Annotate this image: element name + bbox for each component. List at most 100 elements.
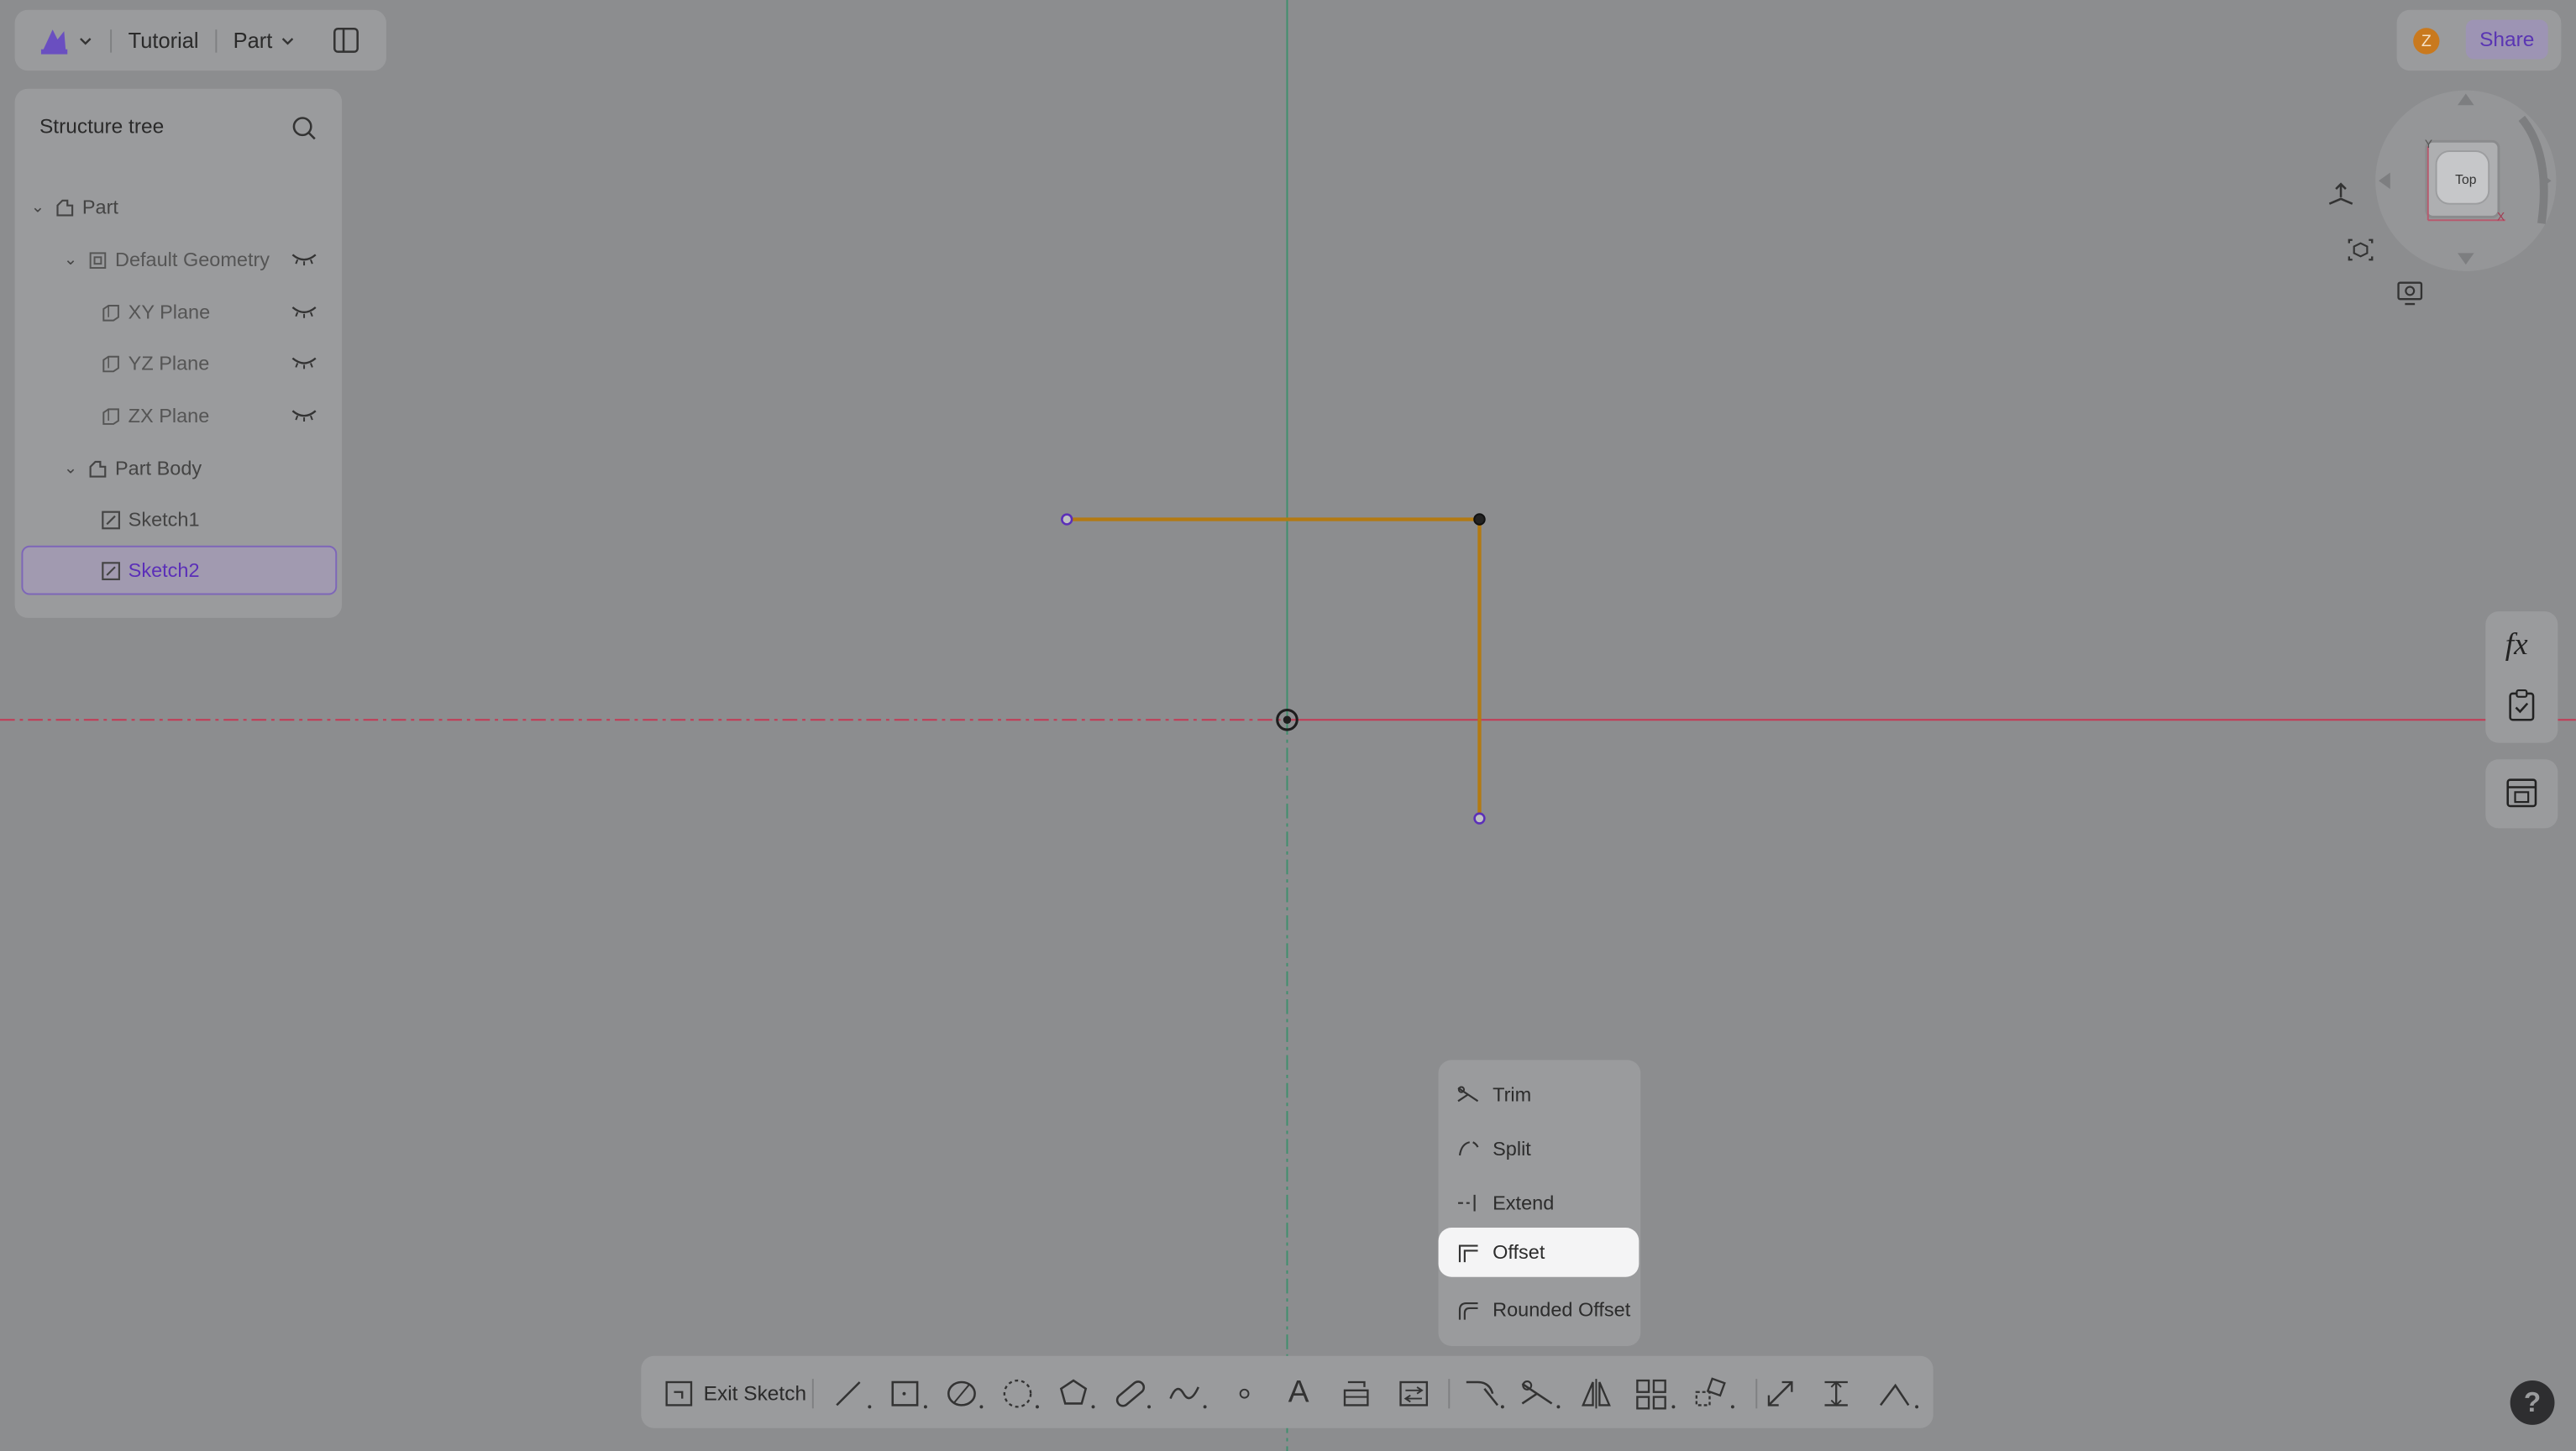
search-icon[interactable] xyxy=(291,115,317,149)
project-geometry-icon[interactable] xyxy=(1336,1375,1376,1412)
mode-label: Part xyxy=(233,28,273,53)
eye-closed-icon[interactable] xyxy=(291,404,317,427)
dimension-tool-icon[interactable] xyxy=(1760,1375,1800,1412)
view-cube[interactable]: Top Y X xyxy=(2374,89,2558,273)
spline-tool-icon[interactable] xyxy=(1164,1375,1214,1412)
menu-item-label: Offset xyxy=(1493,1240,1545,1265)
exit-sketch-icon xyxy=(665,1380,693,1406)
rectangle-tool-icon[interactable] xyxy=(884,1375,934,1412)
menu-item-extend[interactable]: Extend xyxy=(1439,1178,1641,1228)
share-area: Z Share xyxy=(2396,9,2562,71)
exit-sketch-button[interactable]: Exit Sketch xyxy=(664,1375,806,1412)
menu-item-label: Split xyxy=(1493,1137,1531,1160)
split-icon xyxy=(1456,1139,1479,1158)
divider xyxy=(1448,1379,1451,1409)
tree-item-label: Default Geometry xyxy=(115,248,270,271)
divider xyxy=(811,1379,814,1409)
menu-item-label: Trim xyxy=(1493,1082,1532,1107)
tree-item-label: XY Plane xyxy=(128,301,211,324)
point-tool-icon[interactable] xyxy=(1226,1375,1262,1412)
viewcube-axis-x: X xyxy=(2497,210,2505,223)
angle-constraint-icon[interactable] xyxy=(1874,1375,1923,1412)
tree-item-zx-plane[interactable]: ZX Plane xyxy=(21,391,337,441)
body-icon xyxy=(86,457,108,479)
sketch-canvas[interactable] xyxy=(0,0,2576,1451)
side-tools-panel: fx xyxy=(2485,611,2558,743)
tree-item-part[interactable]: ⌄ Part xyxy=(21,182,337,232)
sketch-icon xyxy=(98,558,121,581)
divider xyxy=(110,29,113,52)
tree-item-label: Part xyxy=(81,195,118,219)
text-tool-icon[interactable]: A xyxy=(1281,1375,1317,1412)
project-name[interactable]: Tutorial xyxy=(129,28,199,52)
formula-icon[interactable]: fx xyxy=(2505,628,2528,664)
chevron-down-icon[interactable]: ⌄ xyxy=(62,250,79,269)
sketch-icon xyxy=(98,508,121,531)
table-icon[interactable] xyxy=(2505,778,2538,817)
plane-icon xyxy=(98,352,121,375)
part-icon xyxy=(53,196,76,218)
tree-item-default-geometry[interactable]: ⌄ Default Geometry xyxy=(21,235,337,285)
geometry-icon xyxy=(86,249,108,271)
tree-item-label: Sketch1 xyxy=(128,507,200,532)
trim-tool-icon[interactable] xyxy=(1516,1375,1566,1412)
app-logo-icon[interactable] xyxy=(38,24,94,56)
structure-tree-title: Structure tree xyxy=(39,115,165,139)
sketch-endpoint[interactable] xyxy=(1061,513,1073,526)
offset-icon xyxy=(1456,1242,1479,1263)
slot-tool-icon[interactable] xyxy=(1108,1375,1157,1412)
chevron-down-icon xyxy=(80,37,92,45)
tree-item-part-body[interactable]: ⌄ Part Body xyxy=(21,443,337,493)
pattern-tool-icon[interactable] xyxy=(1631,1375,1681,1412)
divider xyxy=(1755,1379,1758,1409)
structure-tree-panel: Structure tree ⌄ Part ⌄ Default Geometry xyxy=(14,88,343,618)
constraint-tool-icon[interactable] xyxy=(1817,1375,1856,1412)
menu-item-trim[interactable]: Trim xyxy=(1439,1070,1641,1119)
tree-item-label: YZ Plane xyxy=(128,351,210,375)
line-tool-icon[interactable] xyxy=(828,1375,878,1412)
tree-item-sketch2[interactable]: Sketch2 xyxy=(21,545,338,595)
menu-item-rounded-offset[interactable]: Rounded Offset xyxy=(1439,1286,1641,1335)
divider xyxy=(215,29,218,52)
mirror-tool-icon[interactable] xyxy=(1575,1375,1618,1412)
top-bar: Tutorial Part xyxy=(14,9,386,71)
sketch-toolbar: Exit Sketch A xyxy=(641,1355,1933,1428)
tree-item-xy-plane[interactable]: XY Plane xyxy=(21,288,337,338)
transform-tool-icon[interactable] xyxy=(1690,1375,1739,1412)
fit-view-icon[interactable] xyxy=(2346,237,2375,271)
plane-icon xyxy=(98,404,121,427)
tree-item-yz-plane[interactable]: YZ Plane xyxy=(21,338,337,388)
arc-tool-icon[interactable] xyxy=(996,1375,1046,1412)
chevron-down-icon[interactable]: ⌄ xyxy=(62,459,79,478)
plane-icon xyxy=(98,301,121,323)
eye-closed-icon[interactable] xyxy=(291,249,317,271)
tree-item-label: ZX Plane xyxy=(128,404,210,427)
menu-item-label: Extend xyxy=(1493,1191,1555,1215)
modify-tool-menu: Trim Split Extend Offset Rounded Offset xyxy=(1438,1060,1641,1346)
share-button[interactable]: Share xyxy=(2465,19,2548,60)
tree-item-label: Sketch2 xyxy=(128,558,200,582)
help-button[interactable]: ? xyxy=(2510,1380,2555,1425)
chevron-down-icon xyxy=(281,37,293,45)
tree-item-sketch1[interactable]: Sketch1 xyxy=(21,495,337,544)
sketch-corner-point[interactable] xyxy=(1473,513,1486,526)
sketch-endpoint[interactable] xyxy=(1473,812,1486,825)
convert-geometry-icon[interactable] xyxy=(1394,1375,1434,1412)
menu-item-offset[interactable]: Offset xyxy=(1438,1228,1640,1277)
menu-item-split[interactable]: Split xyxy=(1439,1124,1641,1174)
avatar[interactable]: Z xyxy=(2413,28,2440,55)
chevron-down-icon[interactable]: ⌄ xyxy=(29,198,46,217)
display-mode-icon[interactable] xyxy=(2395,280,2425,316)
eye-closed-icon[interactable] xyxy=(291,352,317,375)
side-tool-panel xyxy=(2485,759,2558,829)
trim-icon xyxy=(1456,1085,1479,1104)
toggle-sidebar-icon[interactable] xyxy=(332,26,359,54)
checklist-icon[interactable] xyxy=(2507,689,2537,730)
polygon-tool-icon[interactable] xyxy=(1052,1375,1102,1412)
eye-closed-icon[interactable] xyxy=(291,301,317,323)
mode-dropdown[interactable]: Part xyxy=(233,28,296,53)
home-view-icon[interactable] xyxy=(2324,181,2357,218)
circle-tool-icon[interactable] xyxy=(941,1375,990,1412)
viewcube-axis-y: Y xyxy=(2425,138,2432,150)
fillet-tool-icon[interactable] xyxy=(1460,1375,1509,1412)
